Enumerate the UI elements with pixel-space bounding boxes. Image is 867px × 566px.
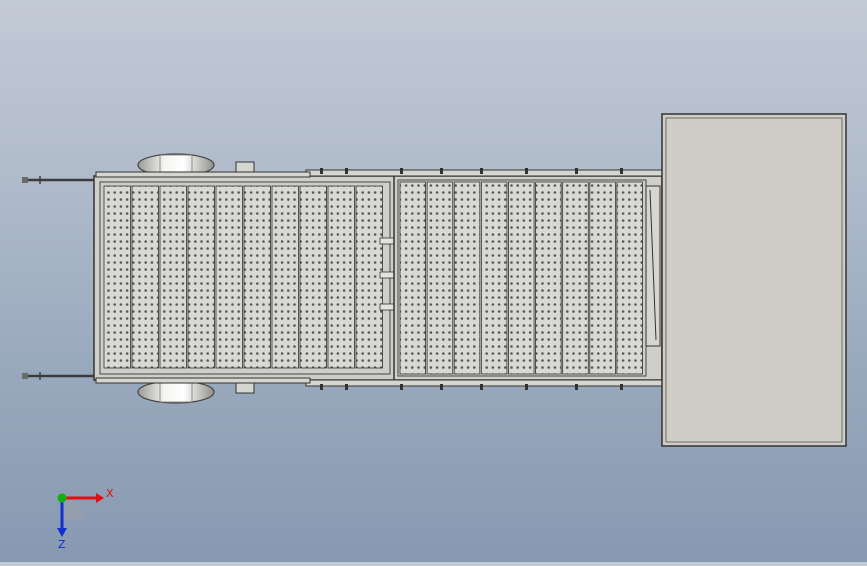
rail-bolt <box>400 168 403 174</box>
deck-panel <box>480 181 508 375</box>
rail-bolt <box>620 168 623 174</box>
rail-bolt <box>345 168 348 174</box>
deck-panel <box>327 185 355 369</box>
deck-panel <box>299 185 327 369</box>
deck-panel <box>131 185 159 369</box>
rail-bolt <box>525 168 528 174</box>
axis-triad: X Z <box>57 487 114 550</box>
deck-panel <box>616 181 643 375</box>
rail-bolt <box>400 384 403 390</box>
x-axis-label: X <box>106 487 114 500</box>
rail-bolt <box>480 384 483 390</box>
deck-panel <box>426 181 454 375</box>
cad-viewport[interactable]: X Z <box>0 0 867 562</box>
rail-bolt <box>525 384 528 390</box>
front-deck <box>93 175 397 381</box>
drawbar <box>22 176 100 380</box>
rail-bolt <box>440 384 443 390</box>
deck-panel <box>355 185 383 369</box>
rail-bolt <box>320 384 323 390</box>
deck-panel <box>589 181 616 375</box>
rail-bolt <box>620 384 623 390</box>
deck-panel <box>159 185 187 369</box>
rail-bolt <box>345 384 348 390</box>
rail-bolt <box>575 168 578 174</box>
deck-panel <box>215 185 243 369</box>
rail-bolt <box>575 384 578 390</box>
rail-bolt <box>440 168 443 174</box>
rail-bolt <box>320 168 323 174</box>
deck-panel <box>508 181 535 375</box>
deck-panel <box>562 181 589 375</box>
deck-panel <box>243 185 271 369</box>
cabin-box <box>661 113 847 447</box>
deck-panel <box>453 181 481 375</box>
rear-deck <box>393 175 663 381</box>
wheel-bottom <box>137 380 215 404</box>
deck-panel <box>271 185 299 369</box>
rail-bolt <box>480 168 483 174</box>
deck-panel <box>187 185 215 369</box>
trailer-model-top-view[interactable] <box>0 0 867 562</box>
deck-panel <box>103 185 131 369</box>
z-axis-label: Z <box>58 538 66 550</box>
deck-panel <box>535 181 562 375</box>
deck-panel <box>399 181 427 375</box>
